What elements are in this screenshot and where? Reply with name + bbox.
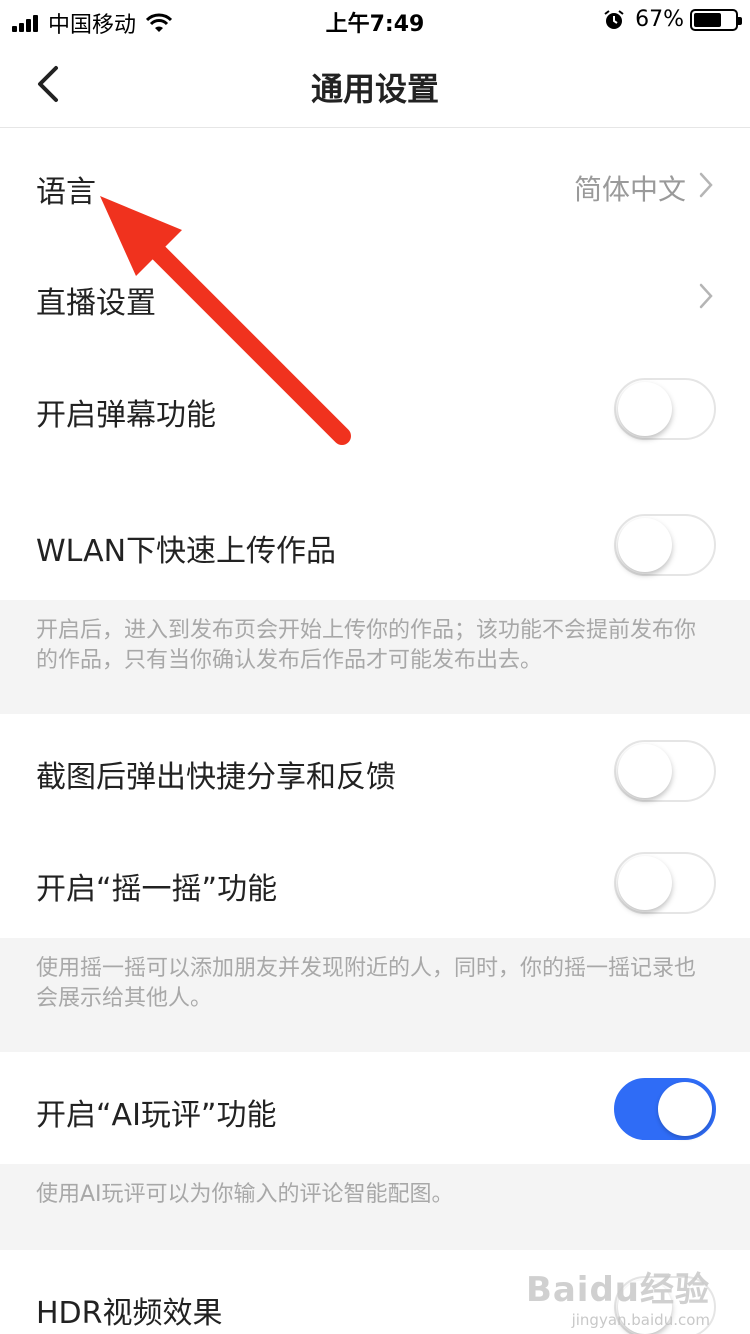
- battery-icon: [690, 8, 742, 31]
- wlan-upload-row: WLAN下快速上传作品: [0, 464, 750, 600]
- battery-cap: [738, 16, 742, 25]
- shake-label: 开启“摇一摇”功能: [36, 872, 278, 907]
- wlan-upload-toggle[interactable]: [614, 514, 716, 576]
- shake-toggle[interactable]: [614, 852, 716, 914]
- baidu-watermark: Baidu经验 jingyan.baidu.com: [526, 1262, 710, 1329]
- battery-fill: [694, 12, 721, 27]
- watermark-main: Baidu经验: [525, 1270, 710, 1310]
- language-value: 简体中文: [573, 173, 686, 206]
- ai-comment-toggle[interactable]: [614, 1078, 716, 1140]
- battery-percent: 67%: [635, 7, 684, 32]
- wlan-upload-note-text: 开启后，进入到发布页会开始上传你的作品；该功能不会提前发布你的作品，只有当你确认…: [36, 618, 697, 673]
- language-label: 语言: [36, 175, 96, 210]
- chevron-right-icon: [699, 172, 713, 198]
- chevron-right-icon: [699, 283, 713, 309]
- shake-note-text: 使用摇一摇可以添加朋友并发现附近的人，同时，你的摇一摇记录也会展示给其他人。: [36, 956, 697, 1011]
- toggle-knob: [658, 1082, 712, 1136]
- shake-row: 开启“摇一摇”功能: [0, 826, 750, 938]
- nav-bar: 通用设置: [0, 40, 750, 128]
- screenshot-share-label: 截图后弹出快捷分享和反馈: [36, 760, 396, 795]
- wlan-upload-note: 开启后，进入到发布页会开始上传你的作品；该功能不会提前发布你的作品，只有当你确认…: [0, 600, 750, 714]
- toggle-knob: [618, 744, 672, 798]
- red-arrow-annotation: [100, 196, 351, 445]
- status-bar: 中国移动 上午7:49 67%: [0, 0, 750, 40]
- hdr-label: HDR视频效果: [36, 1296, 223, 1331]
- ai-comment-label: 开启“AI玩评”功能: [36, 1098, 277, 1133]
- ai-comment-note-text: 使用AI玩评可以为你输入的评论智能配图。: [36, 1182, 454, 1207]
- alarm-icon: [604, 9, 624, 29]
- status-right: 67%: [603, 7, 742, 32]
- danmaku-toggle[interactable]: [614, 378, 716, 440]
- watermark-sub: jingyan.baidu.com: [571, 1311, 710, 1329]
- wlan-upload-label: WLAN下快速上传作品: [36, 534, 337, 569]
- shake-note: 使用摇一摇可以添加朋友并发现附近的人，同时，你的摇一摇记录也会展示给其他人。: [0, 938, 750, 1052]
- screenshot-share-row: 截图后弹出快捷分享和反馈: [0, 714, 750, 826]
- ai-comment-note: 使用AI玩评可以为你输入的评论智能配图。: [0, 1164, 750, 1250]
- toggle-knob: [618, 856, 672, 910]
- ai-comment-row: 开启“AI玩评”功能: [0, 1052, 750, 1164]
- page-title: 通用设置: [310, 70, 439, 108]
- screenshot-share-toggle[interactable]: [614, 740, 716, 802]
- toggle-knob: [618, 382, 672, 436]
- toggle-knob: [618, 518, 672, 572]
